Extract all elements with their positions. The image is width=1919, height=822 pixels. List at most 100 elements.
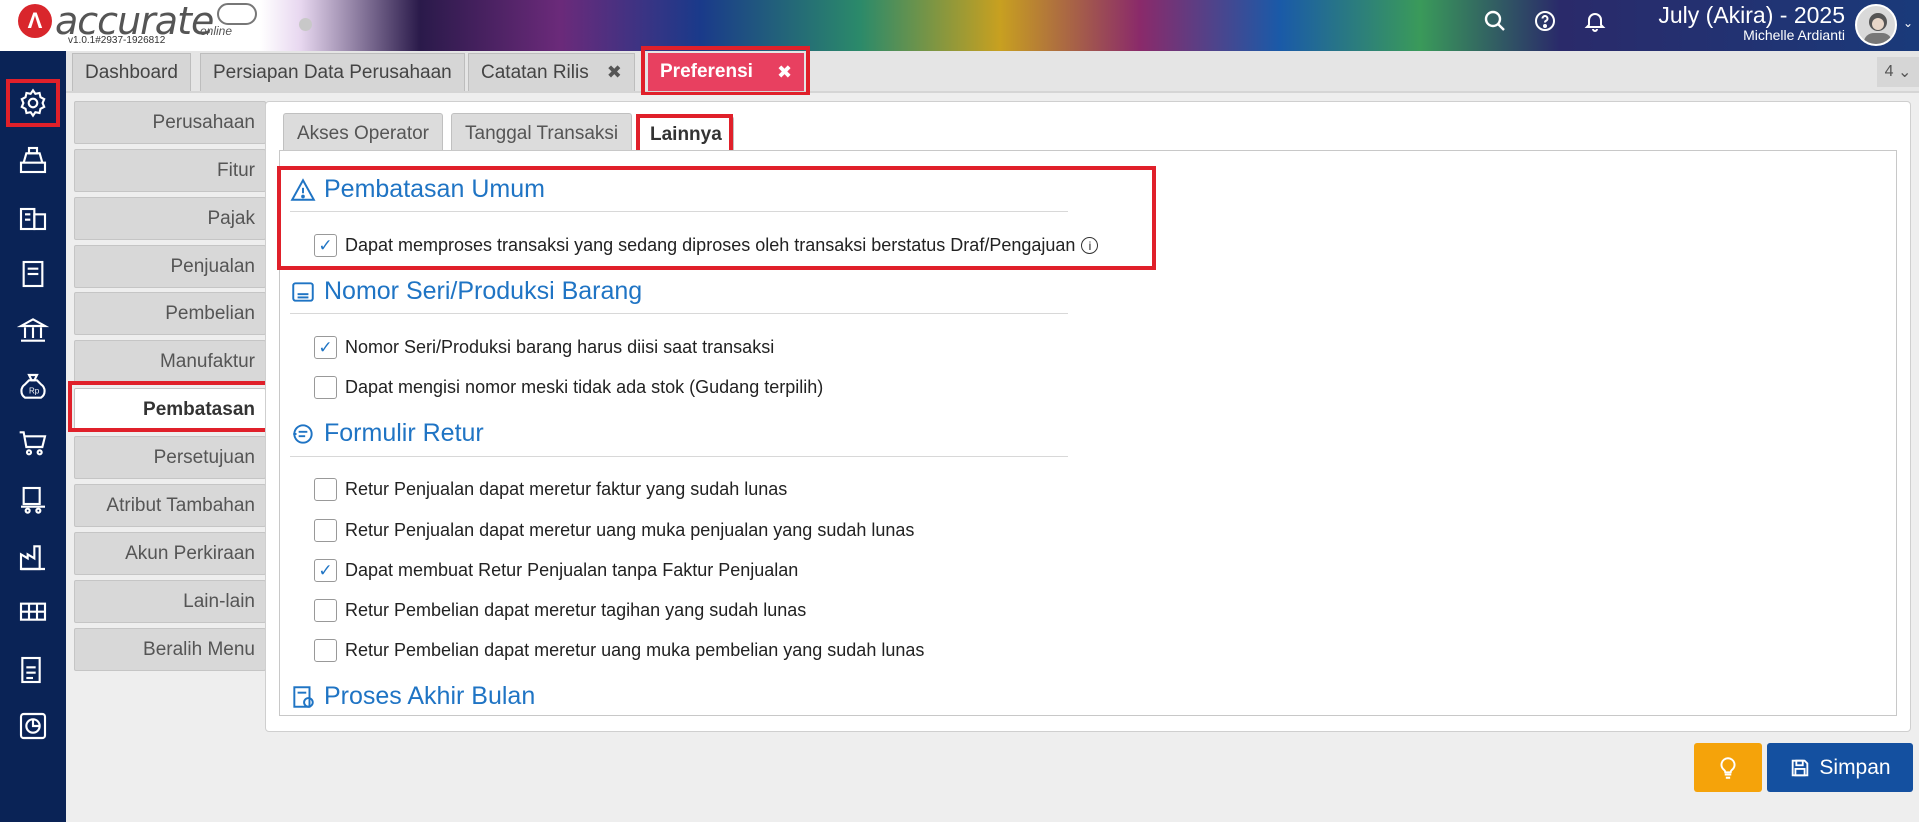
section-divider <box>290 456 1068 457</box>
save-label: Simpan <box>1819 755 1891 779</box>
factory-icon[interactable] <box>13 537 53 577</box>
option-retur-uang-muka-penjualan[interactable]: Retur Penjualan dapat meretur uang muka … <box>314 519 914 542</box>
save-button[interactable]: Simpan <box>1767 743 1913 792</box>
info-icon[interactable]: i <box>1081 237 1099 254</box>
close-icon[interactable]: ✖ <box>777 62 792 83</box>
option-label: Dapat membuat Retur Penjualan tanpa Fakt… <box>345 560 799 580</box>
logo-sub: online <box>200 24 233 38</box>
user-name: Michelle Ardianti <box>1743 27 1845 43</box>
option-retur-tagihan-lunas[interactable]: Retur Pembelian dapat meretur tagihan ya… <box>314 599 806 622</box>
logo-mark-icon: Λ <box>18 4 52 38</box>
tips-button[interactable] <box>1694 743 1762 792</box>
tab-catatan-rilis[interactable]: Catatan Rilis ✖ <box>468 53 635 91</box>
tab-persiapan-data[interactable]: Persiapan Data Perusahaan <box>200 53 465 91</box>
purchase-icon[interactable] <box>13 480 53 520</box>
menu-akun-perkiraan[interactable]: Akun Perkiraan <box>74 532 266 575</box>
option-nomor-seri-wajib[interactable]: ✓ Nomor Seri/Produksi barang harus diisi… <box>314 336 774 359</box>
lightbulb-icon <box>1720 756 1736 779</box>
checkbox-unchecked[interactable] <box>314 639 337 662</box>
tab-label: Catatan Rilis <box>481 61 589 83</box>
menu-manufaktur[interactable]: Manufaktur <box>74 340 266 383</box>
section-title: Proses Akhir Bulan <box>324 682 536 710</box>
section-title: Pembatasan Umum <box>324 175 545 203</box>
tabs-bar: Dashboard Persiapan Data Perusahaan Cata… <box>66 51 1919 93</box>
cash-register-icon[interactable] <box>13 140 53 180</box>
tab-label: Preferensi <box>660 61 753 82</box>
app-logo[interactable]: Λ accurate <box>18 0 214 43</box>
version-text: v1.0.1#2937-1926812 <box>68 35 166 46</box>
calendar-process-icon <box>293 685 314 708</box>
period-label: July (Akira) - 2025 <box>1658 2 1845 28</box>
menu-penjualan[interactable]: Penjualan <box>74 245 266 288</box>
bank-icon[interactable] <box>13 310 53 350</box>
option-label: Retur Pembelian dapat meretur tagihan ya… <box>345 600 807 620</box>
chevron-down-icon[interactable]: ⌄ <box>1903 16 1913 30</box>
option-proses-draf[interactable]: ✓ Dapat memproses transaksi yang sedang … <box>314 234 1099 257</box>
bell-icon[interactable] <box>1582 8 1608 34</box>
option-nomor-tanpa-stok[interactable]: Dapat mengisi nomor meski tidak ada stok… <box>314 376 823 399</box>
subtab-tanggal-transaksi[interactable]: Tanggal Transaksi <box>451 113 633 153</box>
option-label: Retur Pembelian dapat meretur uang muka … <box>345 640 925 660</box>
checkbox-checked[interactable]: ✓ <box>314 559 337 582</box>
section-title: Nomor Seri/Produksi Barang <box>324 277 643 305</box>
cloud-icon <box>217 3 257 25</box>
menu-beralih-menu[interactable]: Beralih Menu <box>74 628 266 671</box>
section-proses-akhir-bulan: Proses Akhir Bulan <box>290 682 535 711</box>
tab-label: Dashboard <box>85 61 178 83</box>
menu-perusahaan[interactable]: Perusahaan <box>74 101 266 144</box>
close-icon[interactable]: ✖ <box>607 62 622 83</box>
status-dot <box>299 18 312 31</box>
tab-count-dropdown[interactable]: 4 ⌄ <box>1877 57 1919 87</box>
option-retur-uang-muka-pembelian[interactable]: Retur Pembelian dapat meretur uang muka … <box>314 639 924 662</box>
checkbox-unchecked[interactable] <box>314 519 337 542</box>
menu-lain-lain[interactable]: Lain-lain <box>74 580 266 623</box>
section-formulir-retur: Formulir Retur <box>290 419 484 448</box>
inventory-icon[interactable] <box>13 593 53 633</box>
top-bar: Λ accurate online v1.0.1#2937-1926812 Ju… <box>0 0 1919 51</box>
menu-fitur[interactable]: Fitur <box>74 149 266 192</box>
section-divider <box>290 313 1068 314</box>
subtab-akses-operator[interactable]: Akses Operator <box>283 113 443 153</box>
tab-preferensi[interactable]: Preferensi ✖ <box>648 53 805 91</box>
tax-icon[interactable] <box>13 650 53 690</box>
option-retur-tanpa-faktur[interactable]: ✓ Dapat membuat Retur Penjualan tanpa Fa… <box>314 559 798 582</box>
cart-icon[interactable] <box>13 423 53 463</box>
tab-dashboard[interactable]: Dashboard <box>72 53 191 91</box>
avatar[interactable] <box>1855 4 1897 46</box>
section-divider <box>290 211 1068 212</box>
gear-icon[interactable] <box>6 79 60 127</box>
logo-text: accurate <box>55 0 214 43</box>
help-icon[interactable] <box>1532 8 1558 34</box>
section-nomor-seri: Nomor Seri/Produksi Barang <box>290 277 642 306</box>
menu-pajak[interactable]: Pajak <box>74 197 266 240</box>
building-icon[interactable] <box>13 197 53 237</box>
option-label: Retur Penjualan dapat meretur faktur yan… <box>345 479 788 499</box>
money-bag-icon[interactable]: Rp <box>13 367 53 407</box>
option-retur-faktur-lunas[interactable]: Retur Penjualan dapat meretur faktur yan… <box>314 478 787 501</box>
svg-text:Rp: Rp <box>29 387 40 396</box>
option-label: Dapat mengisi nomor meski tidak ada stok… <box>345 377 824 397</box>
subtab-lainnya[interactable]: Lainnya <box>638 116 734 153</box>
user-info[interactable]: July (Akira) - 2025 Michelle Ardianti <box>1658 2 1845 43</box>
checkbox-unchecked[interactable] <box>314 376 337 399</box>
tab-count: 4 <box>1884 63 1894 80</box>
menu-pembelian[interactable]: Pembelian <box>74 292 266 335</box>
checkbox-checked[interactable]: ✓ <box>314 234 337 257</box>
menu-persetujuan[interactable]: Persetujuan <box>74 436 266 479</box>
tab-label: Persiapan Data Perusahaan <box>213 61 452 83</box>
report-chart-icon[interactable] <box>13 706 53 746</box>
checkbox-unchecked[interactable] <box>314 599 337 622</box>
menu-pembatasan[interactable]: Pembatasan <box>74 388 266 431</box>
checkbox-unchecked[interactable] <box>314 478 337 501</box>
return-form-icon <box>293 423 313 444</box>
left-nav: Rp <box>0 51 66 822</box>
section-pembatasan-umum: Pembatasan Umum <box>290 175 545 204</box>
search-icon[interactable] <box>1482 8 1508 34</box>
menu-atribut-tambahan[interactable]: Atribut Tambahan <box>74 484 266 527</box>
barcode-icon <box>292 281 314 302</box>
section-title: Formulir Retur <box>324 419 484 447</box>
option-label: Nomor Seri/Produksi barang harus diisi s… <box>345 337 775 357</box>
checkbox-checked[interactable]: ✓ <box>314 336 337 359</box>
ledger-icon[interactable] <box>13 254 53 294</box>
save-icon <box>1792 759 1809 776</box>
